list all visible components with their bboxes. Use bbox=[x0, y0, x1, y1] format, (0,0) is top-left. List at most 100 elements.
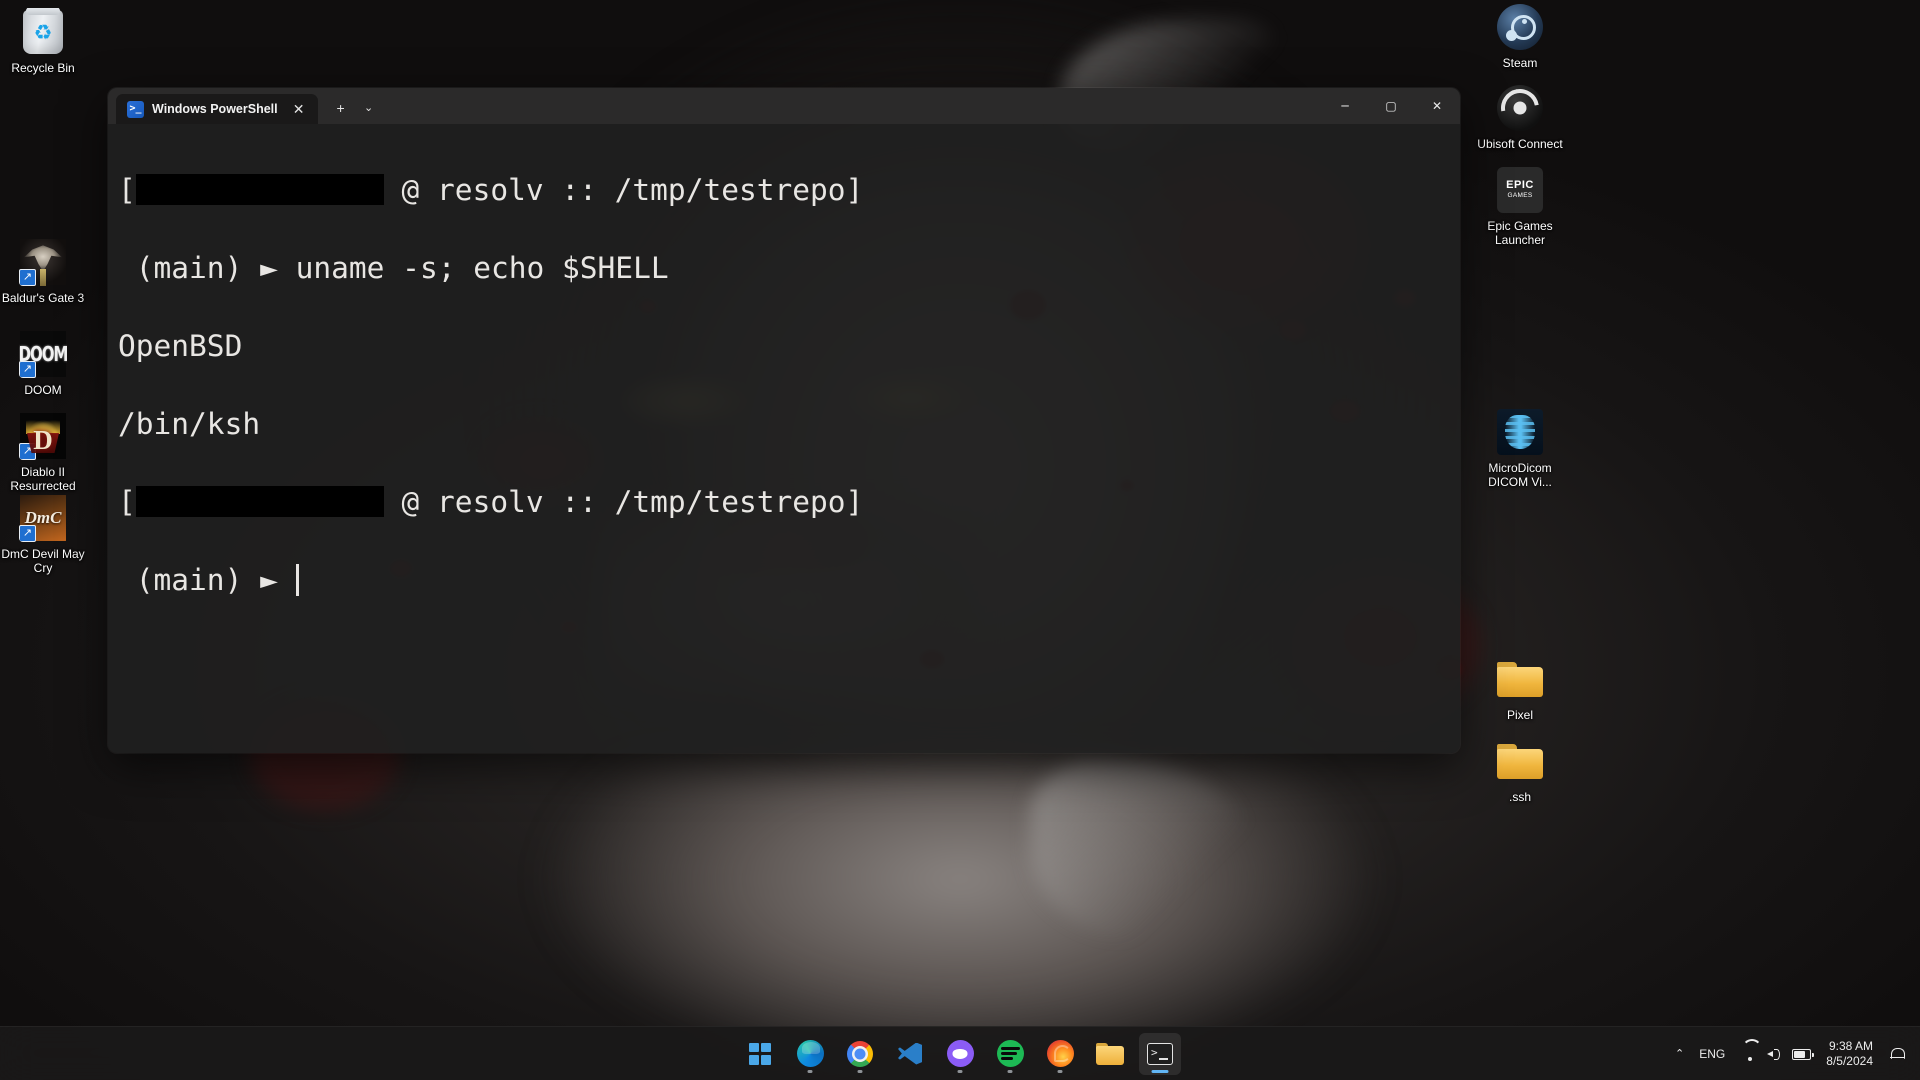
desktop-icon-label: MicroDicom DICOM Vi... bbox=[1488, 461, 1552, 489]
diablo-2-resurrected-icon: D ↗ bbox=[19, 412, 67, 460]
doom-icon: DOOM ↗ bbox=[19, 330, 67, 378]
close-tab-icon[interactable]: ✕ bbox=[286, 96, 312, 122]
desktop-icon-steam[interactable]: Steam bbox=[1477, 3, 1563, 70]
desktop-icon-label: Pixel bbox=[1506, 708, 1533, 722]
new-tab-button[interactable]: + bbox=[328, 95, 354, 121]
minimize-button[interactable]: ─ bbox=[1322, 88, 1368, 124]
text-cursor bbox=[295, 564, 299, 596]
notifications-button[interactable] bbox=[1884, 1034, 1910, 1074]
desktop-icon-label: .ssh bbox=[1508, 790, 1531, 804]
prompt-bracket: [ bbox=[118, 173, 136, 207]
terminal-command: uname -s; echo $SHELL bbox=[277, 251, 669, 285]
terminal-icon bbox=[1147, 1042, 1173, 1065]
discord-icon bbox=[946, 1040, 974, 1067]
terminal-tab-title: Windows PowerShell bbox=[152, 102, 278, 116]
epic-games-launcher-icon: EPIC GAMES bbox=[1496, 166, 1544, 214]
taskbar: ⌃ ENG 9:38 AM 8/5/2024 bbox=[0, 1026, 1920, 1080]
folder-icon bbox=[1096, 1042, 1124, 1065]
terminal-command bbox=[278, 563, 296, 597]
start-button[interactable] bbox=[739, 1033, 781, 1075]
firefox-icon bbox=[1046, 1040, 1074, 1067]
taskbar-app-file-explorer[interactable] bbox=[1089, 1033, 1131, 1075]
redacted-username-block bbox=[135, 174, 384, 205]
prompt-arrow-icon: ► bbox=[260, 563, 278, 597]
tray-overflow-button[interactable]: ⌃ bbox=[1669, 1034, 1690, 1074]
terminal-tab-powershell[interactable]: >_ Windows PowerShell ✕ bbox=[116, 94, 318, 124]
taskbar-app-spotify[interactable] bbox=[989, 1033, 1031, 1075]
desktop-icon-baldurs-gate-3[interactable]: ↗ Baldur's Gate 3 bbox=[0, 238, 86, 305]
language-indicator[interactable]: ENG bbox=[1693, 1034, 1731, 1074]
desktop-icon-label: Recycle Bin bbox=[11, 61, 75, 75]
desktop-icon-ssh-folder[interactable]: .ssh bbox=[1477, 737, 1563, 804]
system-tray: ⌃ ENG 9:38 AM 8/5/2024 bbox=[1669, 1027, 1920, 1080]
powershell-icon: >_ bbox=[127, 100, 144, 118]
terminal-output-area[interactable]: [ @ resolv :: /tmp/testrepo] (main) ► un… bbox=[108, 124, 1460, 753]
command-output: OpenBSD bbox=[118, 329, 243, 363]
desktop-icon-label: Steam bbox=[1502, 56, 1538, 70]
desktop-icon-label: Diablo II Resurrected bbox=[10, 465, 76, 493]
shortcut-arrow-icon: ↗ bbox=[19, 525, 36, 542]
tray-status-icons[interactable] bbox=[1734, 1047, 1819, 1061]
desktop-icon-label: DOOM bbox=[24, 383, 62, 397]
desktop-icon-recycle-bin[interactable]: ♻ Recycle Bin bbox=[0, 8, 86, 75]
terminal-line: (main) ► uname -s; echo $SHELL bbox=[118, 249, 1450, 288]
desktop-icon-label: Ubisoft Connect bbox=[1477, 137, 1563, 151]
vscode-icon bbox=[897, 1041, 923, 1067]
git-branch: (main) bbox=[118, 251, 261, 285]
taskbar-app-windows-terminal[interactable] bbox=[1139, 1032, 1181, 1075]
folder-icon bbox=[1496, 655, 1544, 703]
terminal-line: /bin/ksh bbox=[118, 405, 1450, 444]
chevron-down-icon[interactable]: ⌄ bbox=[356, 95, 382, 121]
desktop-icon-ubisoft-connect[interactable]: Ubisoft Connect bbox=[1477, 84, 1563, 151]
spotify-icon bbox=[996, 1040, 1024, 1067]
desktop-icon-label: DmC Devil May Cry bbox=[1, 547, 85, 575]
shortcut-arrow-icon: ↗ bbox=[19, 269, 36, 286]
recycle-bin-icon: ♻ bbox=[19, 8, 67, 56]
taskbar-clock[interactable]: 9:38 AM 8/5/2024 bbox=[1822, 1039, 1881, 1069]
desktop-icon-diablo-2-resurrected[interactable]: D ↗ Diablo II Resurrected bbox=[0, 412, 86, 493]
desktop-icon-label: Epic Games Launcher bbox=[1487, 219, 1553, 247]
shortcut-arrow-icon: ↗ bbox=[19, 361, 36, 378]
taskbar-app-microsoft-edge[interactable] bbox=[789, 1033, 831, 1075]
wifi-icon[interactable] bbox=[1742, 1048, 1758, 1061]
desktop-icon-pixel-folder[interactable]: Pixel bbox=[1477, 655, 1563, 722]
taskbar-app-visual-studio-code[interactable] bbox=[889, 1033, 931, 1075]
taskbar-app-google-chrome[interactable] bbox=[839, 1033, 881, 1075]
command-output: /bin/ksh bbox=[118, 407, 261, 441]
prompt-bracket: [ bbox=[118, 485, 136, 519]
window-controls: ─ ▢ ✕ bbox=[1322, 88, 1460, 124]
ubisoft-connect-icon bbox=[1496, 84, 1544, 132]
desktop-icon-doom[interactable]: DOOM ↗ DOOM bbox=[0, 330, 86, 397]
desktop-icon-label: Baldur's Gate 3 bbox=[1, 291, 85, 305]
taskbar-app-discord[interactable] bbox=[939, 1033, 981, 1075]
epic-icon-text-bottom: GAMES bbox=[1507, 192, 1533, 199]
terminal-line: [ @ resolv :: /tmp/testrepo] bbox=[118, 483, 1450, 522]
chrome-icon bbox=[847, 1040, 873, 1067]
prompt-arrow-icon: ► bbox=[260, 251, 278, 285]
desktop-icon-dmc-devil-may-cry[interactable]: DmC ↗ DmC Devil May Cry bbox=[0, 494, 86, 575]
steam-icon bbox=[1496, 3, 1544, 51]
prompt-host-path: @ resolv :: /tmp/testrepo] bbox=[383, 173, 864, 207]
clock-date: 8/5/2024 bbox=[1826, 1054, 1873, 1068]
close-window-button[interactable]: ✕ bbox=[1414, 88, 1460, 124]
dmc-devil-may-cry-icon: DmC ↗ bbox=[19, 494, 67, 542]
diablo-icon-text: D bbox=[33, 425, 53, 455]
folder-icon bbox=[1496, 737, 1544, 785]
clock-time: 9:38 AM bbox=[1828, 1039, 1873, 1053]
baldurs-gate-3-icon: ↗ bbox=[19, 238, 67, 286]
epic-icon-text-top: EPIC bbox=[1506, 179, 1534, 191]
terminal-titlebar[interactable]: >_ Windows PowerShell ✕ + ⌄ ─ ▢ ✕ bbox=[108, 88, 1460, 124]
windows-terminal-window[interactable]: >_ Windows PowerShell ✕ + ⌄ ─ ▢ ✕ [ @ re… bbox=[108, 88, 1460, 753]
terminal-line: [ @ resolv :: /tmp/testrepo] bbox=[118, 171, 1450, 210]
taskbar-app-firefox[interactable] bbox=[1039, 1033, 1081, 1075]
speaker-icon[interactable] bbox=[1767, 1047, 1783, 1061]
battery-icon[interactable] bbox=[1792, 1048, 1814, 1060]
maximize-button[interactable]: ▢ bbox=[1368, 88, 1414, 124]
bell-icon bbox=[1890, 1047, 1905, 1062]
edge-icon bbox=[796, 1040, 824, 1067]
terminal-line: (main) ► bbox=[118, 561, 1450, 600]
desktop-icon-epic-games-launcher[interactable]: EPIC GAMES Epic Games Launcher bbox=[1477, 166, 1563, 247]
terminal-line: OpenBSD bbox=[118, 327, 1450, 366]
desktop-icon-microdicom-viewer[interactable]: MicroDicom DICOM Vi... bbox=[1477, 408, 1563, 489]
windows-start-icon bbox=[749, 1042, 771, 1065]
